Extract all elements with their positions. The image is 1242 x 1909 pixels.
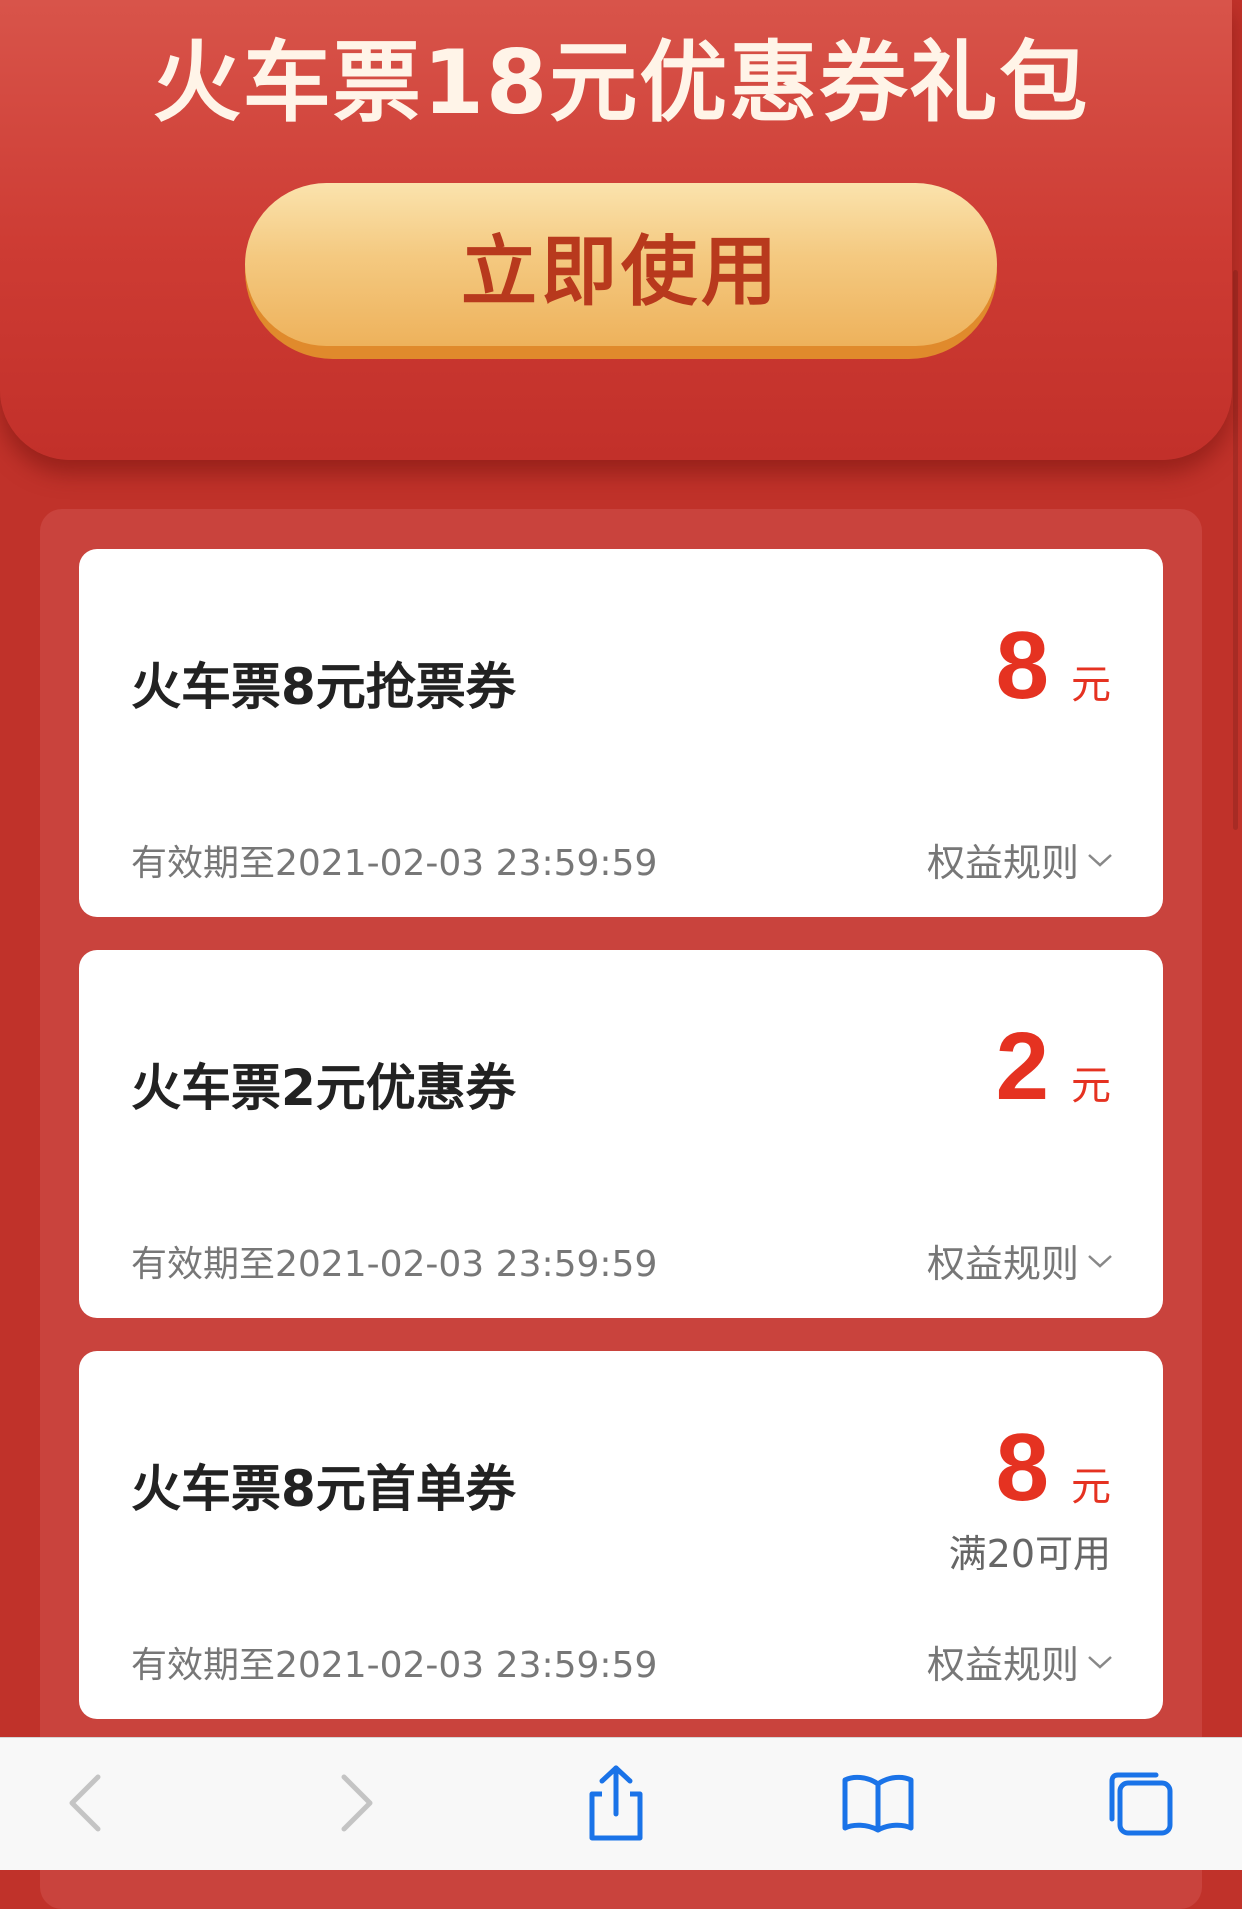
- coupon-card[interactable]: 火车票2元优惠券 2 元 有效期至2021-02-03 23:59:59 权益规…: [79, 950, 1163, 1318]
- coupon-amount: 2 元: [996, 1012, 1111, 1122]
- coupon-name: 火车票8元抢票券: [131, 658, 516, 716]
- chevron-down-icon: [1088, 853, 1112, 867]
- back-button[interactable]: [46, 1768, 126, 1838]
- bookmarks-button[interactable]: [838, 1768, 918, 1838]
- hero-banner: 火车票18元优惠券礼包 立即使用: [0, 0, 1232, 460]
- rules-toggle[interactable]: 权益规则: [927, 832, 1113, 887]
- coupon-amount-value: 8: [995, 612, 1049, 719]
- coupon-amount: 8 元: [996, 611, 1111, 721]
- tabs-icon: [1109, 1772, 1173, 1836]
- coupon-amount-value: 2: [995, 1013, 1049, 1120]
- coupon-validity: 有效期至2021-02-03 23:59:59: [131, 843, 658, 884]
- use-now-button-label: 立即使用: [461, 226, 781, 316]
- rules-label: 权益规则: [926, 1242, 1079, 1286]
- coupon-amount: 8 元: [996, 1413, 1111, 1523]
- coupon-amount-unit: 元: [1071, 1464, 1111, 1510]
- forward-button[interactable]: [316, 1768, 396, 1838]
- rules-toggle[interactable]: 权益规则: [927, 1634, 1113, 1689]
- forward-icon: [341, 1774, 373, 1832]
- coupon-name: 火车票2元优惠券: [131, 1059, 516, 1117]
- coupon-card[interactable]: 火车票8元首单券 8 元 满20可用 有效期至2021-02-03 23:59:…: [79, 1351, 1163, 1719]
- use-now-button[interactable]: 立即使用: [245, 183, 997, 359]
- use-now-button-face[interactable]: 立即使用: [245, 183, 997, 346]
- scroll-indicator[interactable]: [1233, 270, 1238, 830]
- browser-toolbar: [0, 1737, 1242, 1870]
- coupon-validity: 有效期至2021-02-03 23:59:59: [131, 1244, 658, 1285]
- chevron-down-icon: [1088, 1655, 1112, 1669]
- share-button[interactable]: [576, 1765, 656, 1841]
- share-icon: [589, 1765, 643, 1841]
- chevron-down-icon: [1088, 1254, 1112, 1268]
- coupon-condition: 满20可用: [948, 1532, 1111, 1576]
- coupon-card[interactable]: 火车票8元抢票券 8 元 有效期至2021-02-03 23:59:59 权益规…: [79, 549, 1163, 917]
- rules-label: 权益规则: [926, 1643, 1079, 1687]
- coupon-name: 火车票8元首单券: [131, 1460, 516, 1518]
- page-title: 火车票18元优惠券礼包: [152, 31, 1090, 134]
- coupon-validity: 有效期至2021-02-03 23:59:59: [131, 1645, 658, 1686]
- coupon-amount-value: 8: [995, 1414, 1049, 1521]
- rules-label: 权益规则: [926, 841, 1079, 885]
- rules-toggle[interactable]: 权益规则: [927, 1233, 1113, 1288]
- coupon-amount-unit: 元: [1071, 1063, 1111, 1109]
- back-icon: [69, 1774, 101, 1832]
- tabs-button[interactable]: [1100, 1768, 1180, 1838]
- coupon-amount-unit: 元: [1071, 662, 1111, 708]
- bookmarks-icon: [842, 1774, 914, 1833]
